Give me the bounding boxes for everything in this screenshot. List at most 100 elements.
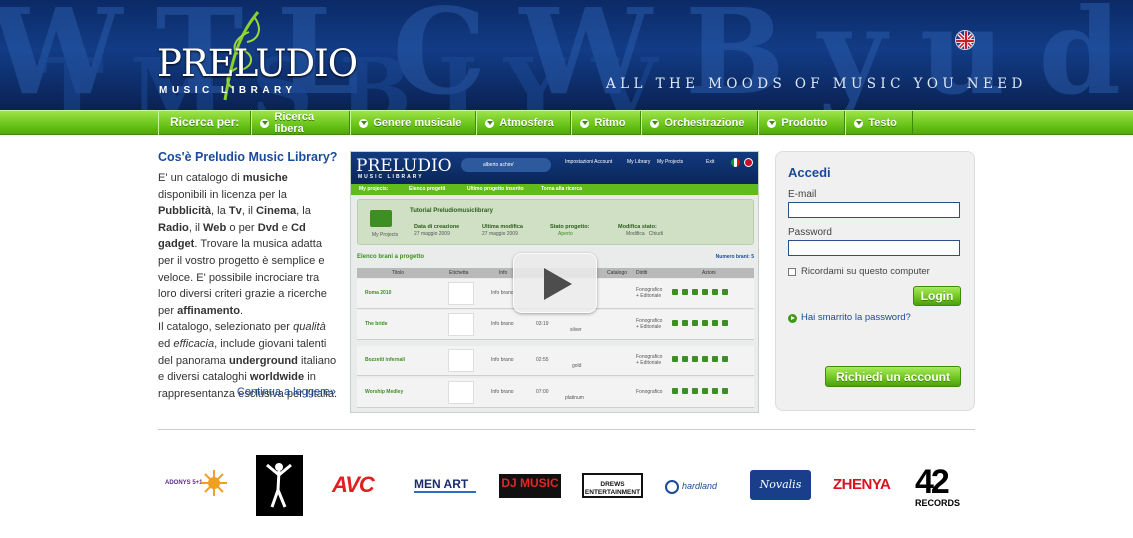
- video-row-title: Worship Medley: [365, 389, 404, 395]
- video-meta-value: 27 maggio 2009: [414, 231, 450, 237]
- nav-item-label: Orchestrazione: [664, 117, 745, 129]
- label-logo-djmusic[interactable]: DJ MUSIC: [499, 474, 561, 498]
- circle-icon: [665, 480, 679, 494]
- video-row-level: silver: [570, 327, 582, 333]
- arrow-down-icon: [359, 118, 369, 128]
- remember-me-label: Ricordami su questo computer: [801, 266, 930, 277]
- video-user-pill: alberto achire': [461, 158, 551, 172]
- label-logo-text: DJ MUSIC: [501, 476, 559, 490]
- label-logo-menart[interactable]: MEN ART: [414, 477, 478, 495]
- intro-section: Cos'è Preludio Music Library? E' un cata…: [158, 150, 338, 402]
- video-row-title: Roma 2010: [365, 290, 392, 296]
- preludio-mini-logo: [448, 313, 474, 336]
- nav-item-label: Genere musicale: [373, 117, 462, 129]
- label-logo-mark: 42: [915, 466, 950, 501]
- preludio-mini-logo: [448, 381, 474, 404]
- video-row-info: Info brano: [491, 321, 514, 327]
- video-column: Azioni: [702, 270, 716, 276]
- video-row-level: gold: [572, 363, 582, 369]
- label-logo-text: DREWS ENTERTAINMENT: [584, 481, 641, 496]
- read-more-link[interactable]: Continua a leggere»: [237, 386, 336, 398]
- label-logo-dancer[interactable]: [256, 455, 303, 516]
- video-meta-value: 27 maggio 2009: [482, 231, 518, 237]
- video-row-rights: Fonografico + Editoriale: [636, 354, 663, 366]
- nav-item-label: Atmosfera: [499, 117, 554, 129]
- nav-item-label: Testo: [868, 117, 897, 129]
- email-field[interactable]: [788, 202, 960, 218]
- video-tab: My projects:: [359, 186, 389, 192]
- video-logo: PRELUDIO: [356, 156, 452, 176]
- preludio-mini-logo: [448, 349, 474, 372]
- password-field[interactable]: [788, 240, 960, 256]
- video-meta-label: Modifica stato:: [618, 224, 657, 230]
- play-icon[interactable]: [513, 253, 597, 313]
- remember-me-checkbox[interactable]: [788, 268, 796, 276]
- label-logo-avc[interactable]: AVC: [332, 474, 393, 496]
- label-logo-hardland[interactable]: hardland: [665, 478, 727, 496]
- video-row-duration: 02:55: [536, 357, 549, 363]
- video-row-info: Info brano: [491, 357, 514, 363]
- video-tab: Elenco progetti: [409, 186, 446, 192]
- nav-item-label: Ritmo: [594, 117, 626, 129]
- video-meta-value: Modifica Chiudi: [626, 231, 663, 237]
- video-logo-subtitle: MUSIC LIBRARY: [358, 174, 424, 180]
- video-table-row: The bride Info brano 03:19 silver Fonogr…: [357, 310, 754, 340]
- italy-flag-icon: [731, 158, 740, 167]
- video-list-count: Numero brani: 5: [715, 254, 754, 260]
- sun-icon: [201, 470, 227, 496]
- arrow-down-icon: [767, 118, 777, 128]
- uk-flag-icon[interactable]: [955, 30, 975, 50]
- video-row-duration: 07:00: [536, 389, 549, 395]
- request-account-button[interactable]: Richiedi un account: [825, 366, 961, 387]
- video-folder-label: My Projects: [372, 232, 399, 238]
- login-button[interactable]: Login: [913, 286, 961, 306]
- page: W T L C W B y u d V p W L C M B T M S B …: [0, 0, 1133, 538]
- video-row-info: Info brano: [491, 290, 514, 296]
- video-row-level: platinum: [565, 395, 584, 401]
- password-label: Password: [788, 227, 832, 238]
- row-action-icons: [672, 356, 728, 362]
- row-action-icons: [672, 320, 728, 326]
- nav-item-orchestrazione[interactable]: Orchestrazione: [641, 111, 759, 135]
- nav-item-label: Prodotto: [781, 117, 828, 129]
- nav-item-genere-musicale[interactable]: Genere musicale: [350, 111, 477, 135]
- label-logo-text: AVC: [332, 472, 375, 497]
- label-logo-zhenya[interactable]: ZHENYA: [833, 476, 895, 496]
- site-logo[interactable]: PRELUDIO MUSIC LIBRARY: [155, 10, 358, 105]
- login-title: Accedi: [788, 165, 831, 180]
- label-logo-text: RECORDS: [915, 498, 961, 508]
- video-row-info: Info brano: [491, 389, 514, 395]
- nav-item-atmosfera[interactable]: Atmosfera: [476, 111, 572, 135]
- video-column: Info: [499, 270, 508, 276]
- video-row-title: The bride: [365, 321, 388, 327]
- label-logo-text: MEN ART: [414, 477, 469, 491]
- video-row-rights: Fonografico: [636, 389, 663, 395]
- nav-item-testo[interactable]: Testo: [845, 111, 914, 135]
- video-app-nav: My projects: Elenco progetti Ultimo prog…: [351, 184, 758, 195]
- video-menu-item: My Library: [627, 159, 651, 165]
- label-logo-drews[interactable]: DREWS ENTERTAINMENT: [582, 473, 643, 498]
- nav-item-ricerca-libera[interactable]: Ricerca libera: [251, 111, 351, 135]
- label-logo-42records[interactable]: 42 RECORDS: [915, 466, 975, 508]
- video-meta-label: Stato progetto:: [550, 224, 590, 230]
- video-row-rights: Fonografico + Editoriale: [636, 287, 663, 299]
- video-row-title: Bozzetti infernali: [365, 357, 406, 363]
- nav-item-ritmo[interactable]: Ritmo: [571, 111, 642, 135]
- arrow-down-icon: [650, 118, 660, 128]
- label-logo-text: hardland: [682, 481, 718, 491]
- nav-item-prodotto[interactable]: Prodotto: [758, 111, 846, 135]
- arrow-down-icon: [580, 118, 590, 128]
- uk-flag-icon: [744, 158, 753, 167]
- navbar-label: Ricerca per:: [158, 111, 252, 135]
- video-project-title: Tutorial Preludiomusiclibrary: [410, 208, 493, 214]
- intro-title: Cos'è Preludio Music Library?: [158, 150, 338, 164]
- logo-subtitle: MUSIC LIBRARY: [159, 85, 297, 96]
- tutorial-video[interactable]: PRELUDIO MUSIC LIBRARY alberto achire' I…: [350, 151, 759, 413]
- video-column: Etichetta: [449, 270, 469, 276]
- video-list-title: Elenco brani a progetto: [357, 254, 425, 260]
- forgot-password-link[interactable]: Hai smarrito la password?: [801, 312, 911, 323]
- row-action-icons: [672, 388, 728, 394]
- label-logo-adonys[interactable]: ADONYS 5+1: [165, 470, 227, 496]
- label-logo-novalis[interactable]: Novalis: [750, 470, 811, 500]
- arrow-down-icon: [260, 118, 270, 128]
